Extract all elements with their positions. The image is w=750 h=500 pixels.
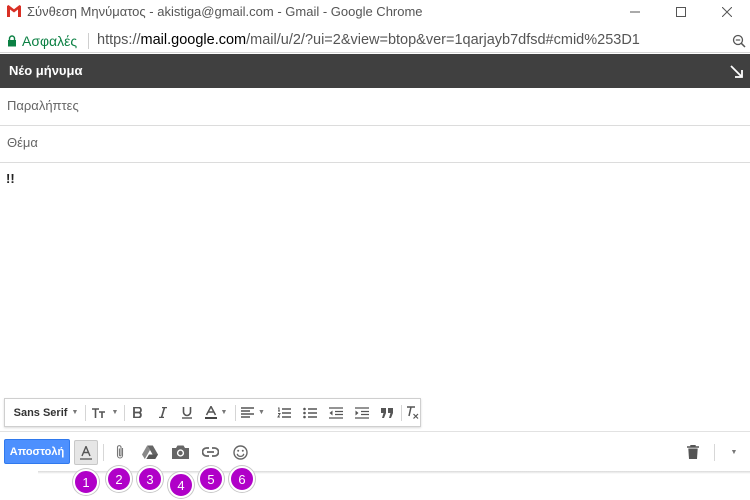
link-icon (201, 447, 219, 457)
align-button[interactable]: ▼ (237, 399, 269, 426)
italic-icon (159, 407, 167, 418)
toolbar-separator (103, 444, 104, 461)
lock-icon (8, 35, 16, 47)
message-body[interactable]: !! (0, 163, 750, 398)
quote-button[interactable] (375, 399, 399, 426)
formatting-options-button[interactable] (74, 440, 98, 465)
format-text-icon (80, 445, 92, 460)
text-size-icon (91, 407, 105, 418)
bulleted-list-button[interactable] (297, 399, 323, 426)
gmail-icon (7, 5, 21, 17)
maximize-icon (676, 7, 686, 17)
numbered-list-button[interactable] (271, 399, 297, 426)
font-size-button[interactable]: ▼ (89, 399, 121, 426)
chevron-down-icon: ▼ (220, 409, 228, 416)
numbered-list-icon (277, 407, 291, 418)
insert-photo-button[interactable] (166, 438, 194, 466)
insert-drive-button[interactable] (136, 438, 164, 466)
minimize-button[interactable] (612, 0, 658, 24)
url-path: /mail/u/2/?ui=2&view=btop&ver=1qarjayb7d… (246, 32, 640, 48)
align-left-icon (241, 407, 255, 418)
callout-marker-5: 5 (198, 466, 224, 492)
recipients-placeholder: Παραλήπτες (7, 98, 79, 113)
callout-marker-3: 3 (137, 466, 163, 492)
close-icon (722, 7, 732, 17)
close-window-button[interactable] (704, 0, 750, 24)
attach-files-button[interactable] (106, 438, 134, 466)
minimize-icon (630, 11, 640, 13)
secure-label[interactable]: Ασφαλές (22, 33, 77, 49)
paperclip-icon (116, 445, 124, 459)
emoji-icon (232, 444, 248, 460)
clear-formatting-icon (406, 406, 418, 419)
toolbar-separator (235, 405, 236, 421)
font-family-select[interactable]: Sans Serif ▼ (11, 399, 81, 426)
formatting-toolbar: Sans Serif ▼ ▼ ▼ ▼ (4, 398, 421, 427)
subject-field[interactable]: Θέμα (0, 125, 750, 163)
chevron-down-icon: ▼ (730, 448, 738, 456)
more-options-button[interactable]: ▼ (722, 438, 746, 466)
chevron-down-icon: ▼ (258, 409, 265, 416)
url-host: mail.google.com (140, 32, 247, 48)
subject-placeholder: Θέμα (7, 135, 38, 150)
compose-title: Νέο μήνυμα (9, 63, 83, 78)
underline-button[interactable] (175, 399, 199, 426)
chevron-down-icon: ▼ (71, 409, 79, 416)
toolbar-separator (124, 405, 125, 421)
exit-fullscreen-icon[interactable] (730, 65, 743, 78)
callout-marker-2: 2 (106, 466, 132, 492)
indent-more-button[interactable] (349, 399, 375, 426)
compose-bottom-toolbar: Αποστολή ▼ (0, 431, 750, 471)
url-text[interactable]: https://mail.google.com/mail/u/2/?ui=2&v… (97, 32, 640, 48)
chevron-down-icon: ▼ (111, 409, 119, 416)
trash-icon (687, 445, 699, 459)
underline-icon (182, 406, 192, 419)
bold-icon (133, 407, 142, 418)
indent-less-icon (329, 406, 343, 419)
drive-icon (142, 445, 158, 459)
window-titlebar: Σύνθεση Μηνύματος - akistiga@gmail.com -… (0, 0, 750, 24)
maximize-button[interactable] (658, 0, 704, 24)
recipients-field[interactable]: Παραλήπτες (0, 88, 750, 126)
insert-link-button[interactable] (196, 438, 224, 466)
compose-header: Νέο μήνυμα (0, 54, 750, 88)
toolbar-separator (714, 444, 715, 461)
font-family-label: Sans Serif (13, 406, 68, 419)
zoom-icon[interactable] (732, 34, 746, 48)
address-separator (88, 33, 89, 49)
bulleted-list-icon (303, 407, 317, 418)
italic-button[interactable] (151, 399, 175, 426)
callout-marker-4: 4 (168, 472, 194, 498)
url-scheme: https:// (97, 32, 141, 48)
discard-draft-button[interactable] (679, 438, 707, 466)
indent-more-icon (355, 406, 369, 419)
text-color-icon (204, 406, 217, 419)
text-color-button[interactable]: ▼ (200, 399, 232, 426)
message-body-text: !! (6, 171, 15, 186)
callout-marker-6: 6 (229, 466, 255, 492)
address-bar[interactable]: Ασφαλές https://mail.google.com/mail/u/2… (0, 29, 750, 53)
bold-button[interactable] (126, 399, 150, 426)
quote-icon (380, 407, 393, 418)
camera-icon (171, 445, 189, 459)
send-button[interactable]: Αποστολή (4, 439, 70, 464)
window-title: Σύνθεση Μηνύματος - akistiga@gmail.com -… (27, 4, 423, 19)
remove-formatting-button[interactable] (402, 399, 422, 426)
callout-marker-1: 1 (73, 469, 99, 495)
indent-less-button[interactable] (323, 399, 349, 426)
insert-emoji-button[interactable] (226, 438, 254, 466)
toolbar-separator (85, 405, 86, 421)
